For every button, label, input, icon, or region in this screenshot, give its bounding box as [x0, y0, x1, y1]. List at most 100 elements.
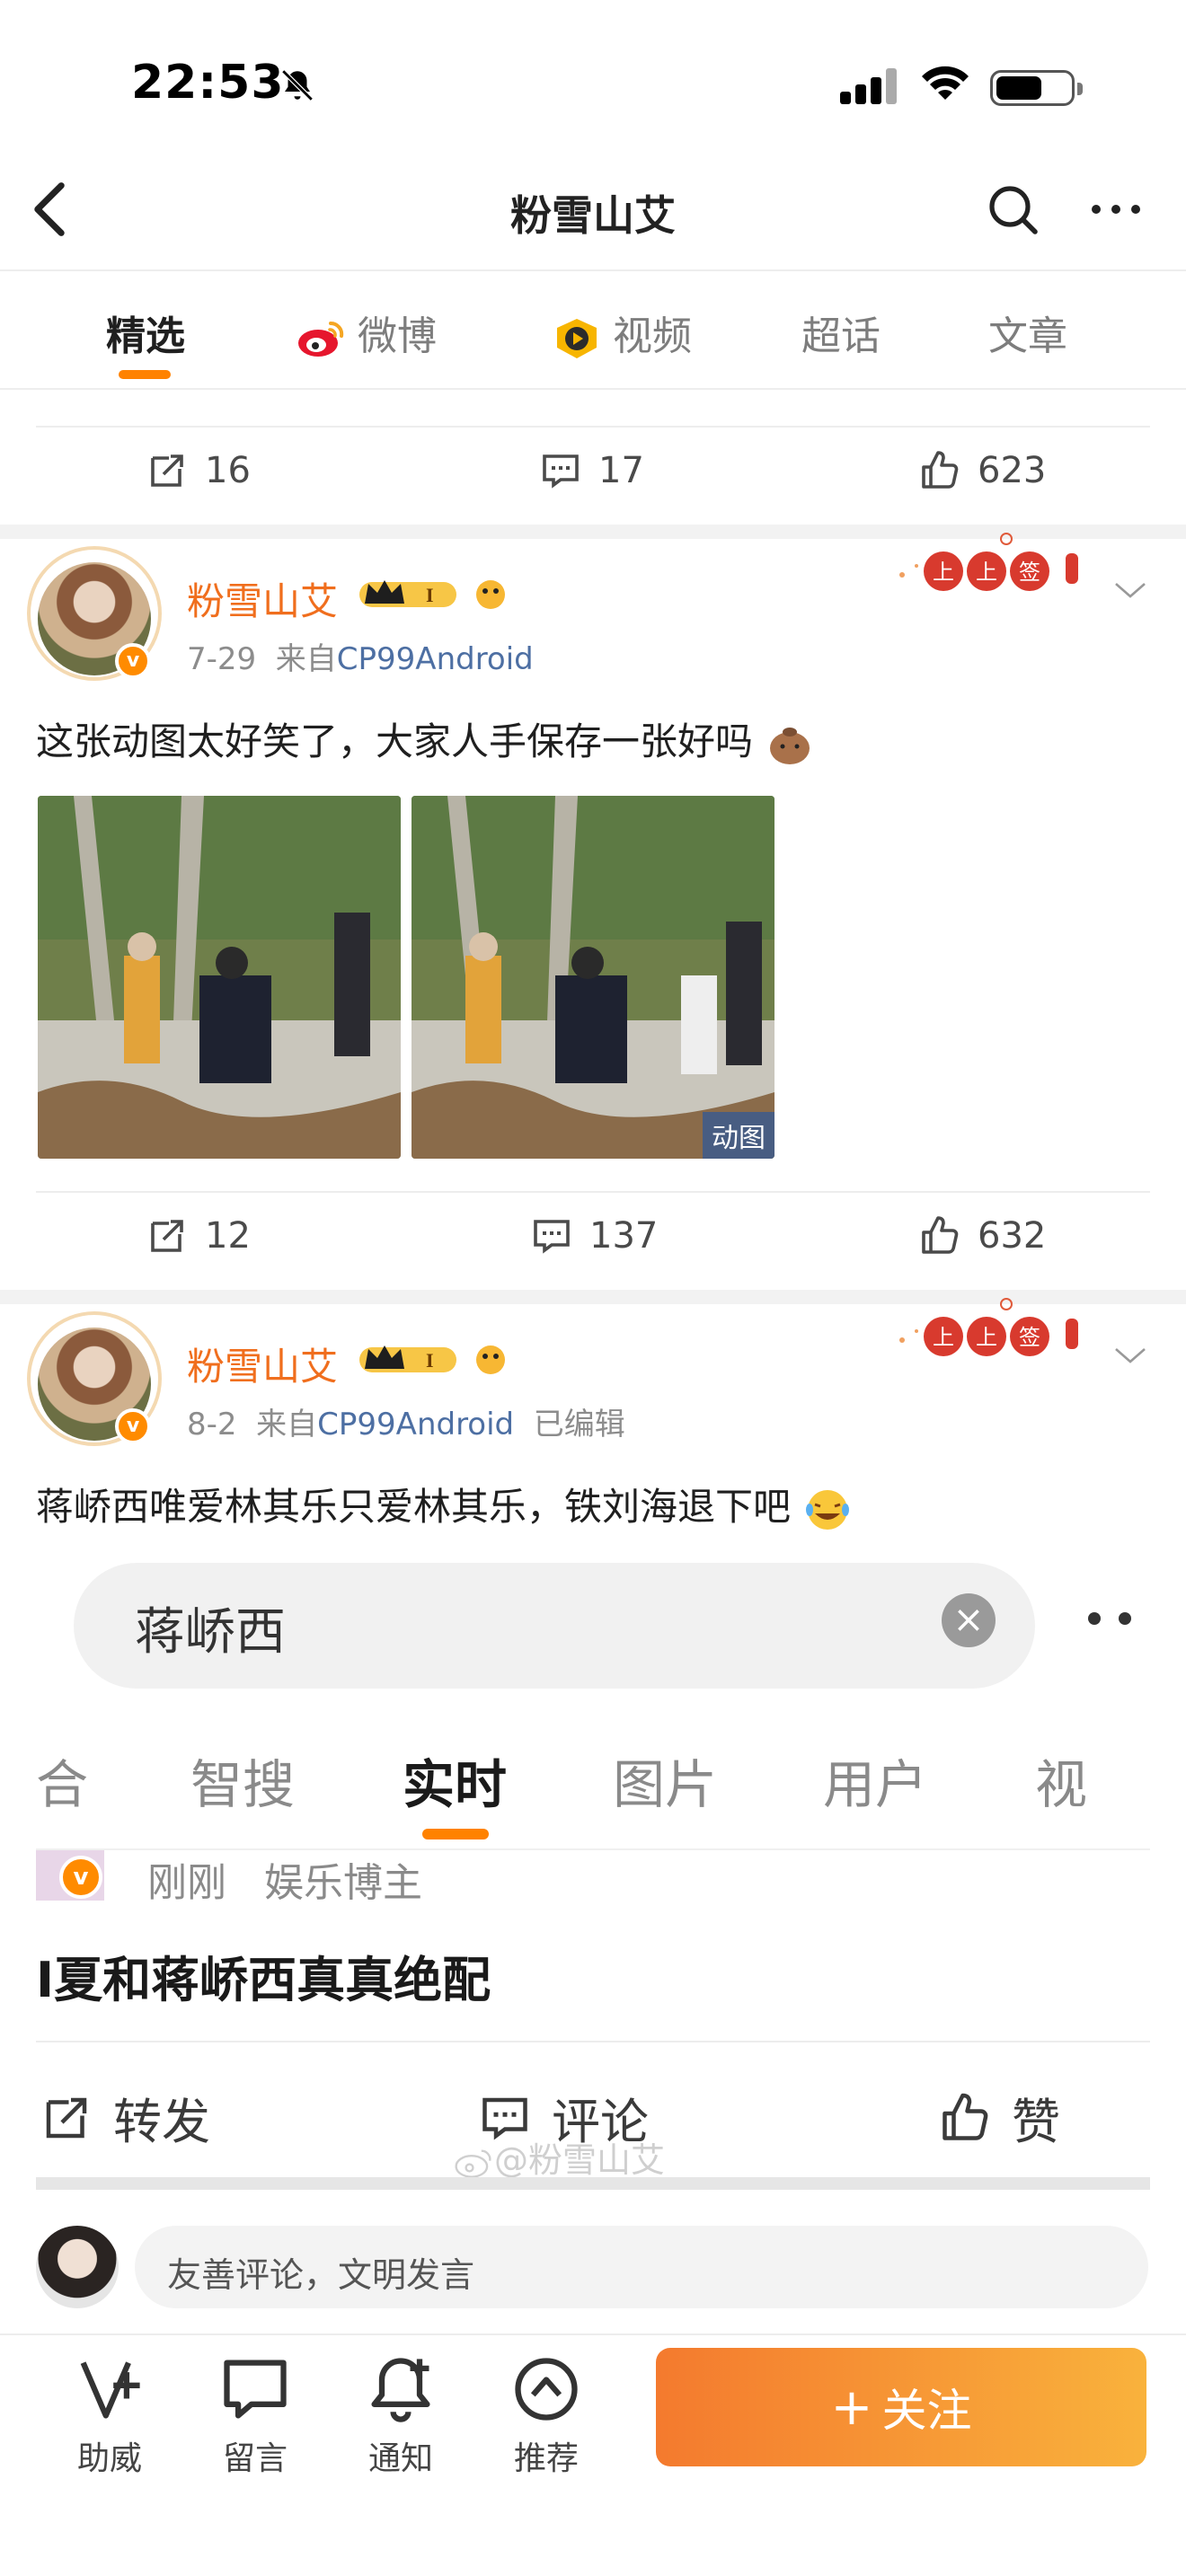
embedded-post-text: I夏和蒋峤西真真绝配 [36, 1952, 491, 2008]
battery-icon [990, 70, 1083, 106]
recommend-icon [515, 2358, 578, 2421]
repost-count: 16 [205, 450, 251, 491]
nav-divider [0, 269, 1186, 271]
tab-video[interactable]: 视频 [552, 304, 692, 361]
cheer-icon [80, 2361, 140, 2419]
like-button[interactable]: 623 [918, 449, 1046, 492]
like-button[interactable]: 632 [918, 1214, 1046, 1257]
repost-count: 12 [205, 1215, 251, 1257]
tab-weibo[interactable]: 微博 [296, 304, 437, 361]
comment-count: 137 [589, 1215, 659, 1257]
laughing-emoji-icon [806, 1489, 850, 1530]
weibo-logo-icon [298, 321, 344, 357]
embedded-tab-active: 实时 [403, 1754, 508, 1815]
post-source[interactable]: CP99Android [337, 641, 534, 677]
tab-label: 视频 [613, 313, 692, 359]
plus-icon: + [830, 2378, 873, 2437]
chevron-down-icon[interactable] [1112, 580, 1148, 602]
embedded-tab: 用户 [823, 1754, 928, 1815]
svg-text:签: 签 [1019, 560, 1040, 585]
post-text: 蒋峤西唯爱林其乐只爱林其乐，铁刘海退下吧 [36, 1477, 853, 1533]
tab-articles[interactable]: 文章 [988, 304, 1067, 361]
search-icon[interactable] [987, 183, 1040, 237]
embedded-tab: 视 [1035, 1754, 1088, 1815]
embedded-time: 刚刚 [147, 1860, 226, 1906]
message-button[interactable]: 留言 [201, 2351, 309, 2479]
festival-decoration-icon: 上 上 签 [899, 1298, 1078, 1356]
vip-badge-icon: I [359, 1345, 505, 1374]
post-text: 这张动图太好笑了，大家人手保存一张好吗 [36, 711, 815, 768]
my-avatar[interactable] [36, 2226, 119, 2308]
festival-decoration-icon: 上 上 签 [899, 533, 1078, 591]
tab-label: 精选 [106, 313, 185, 359]
svg-text:I: I [426, 1349, 434, 1372]
chevron-down-icon[interactable] [1112, 1345, 1148, 1367]
comment-button[interactable]: 17 [539, 449, 644, 492]
tab-featured[interactable]: 精选 [106, 304, 185, 361]
message-icon [224, 2360, 287, 2419]
divider [36, 426, 1150, 428]
svg-text:上: 上 [976, 560, 997, 585]
embedded-verified-badge: v [59, 1856, 102, 1899]
embedded-tab: 智搜 [190, 1754, 296, 1815]
svg-text:I: I [426, 584, 434, 606]
post-image[interactable] [38, 796, 401, 1159]
comment-count: 17 [598, 450, 644, 491]
tab-super-topic[interactable]: 超话 [801, 304, 881, 361]
bottom-bar-divider [0, 2333, 1186, 2335]
embedded-tab: 图片 [613, 1754, 718, 1815]
gif-badge: 动图 [703, 1112, 774, 1159]
svg-text:上: 上 [933, 1325, 954, 1350]
thumbs-up-icon [922, 1216, 959, 1254]
watermark: @粉雪山艾 [455, 2132, 665, 2182]
embedded-like: 赞 [938, 2082, 1060, 2153]
verified-badge: v [115, 643, 151, 679]
embedded-search-text: 蒋峤西 [135, 1603, 286, 1662]
wifi-icon [922, 66, 969, 100]
post-date: 7-29 [187, 641, 257, 677]
verified-badge: v [115, 1408, 151, 1444]
notify-button[interactable]: 通知 [347, 2351, 455, 2479]
bell-plus-icon [371, 2358, 430, 2422]
repost-icon [151, 454, 183, 487]
repost-icon [151, 1220, 183, 1252]
repost-button[interactable]: 16 [146, 449, 251, 492]
more-icon[interactable] [1089, 203, 1143, 216]
cheer-button[interactable]: 助威 [56, 2351, 164, 2479]
like-count: 632 [978, 1215, 1047, 1257]
bell-muted-icon [281, 69, 314, 101]
bottom-bar-label: 通知 [367, 2440, 433, 2477]
clear-icon: × [942, 1593, 996, 1647]
comment-placeholder: 友善评论，文明发言 [167, 2255, 475, 2295]
embedded-more-icon [1088, 1612, 1131, 1625]
cellular-signal-icon [840, 68, 898, 104]
source-prefix: 来自 [275, 641, 337, 677]
post-text-content: 蒋峤西唯爱林其乐只爱林其乐，铁刘海退下吧 [36, 1485, 792, 1529]
username[interactable]: 粉雪山艾 [187, 571, 338, 626]
svg-text:上: 上 [976, 1325, 997, 1350]
gif-thumbnail [412, 796, 774, 1159]
watermark-text: @粉雪山艾 [494, 2140, 666, 2180]
active-tab-indicator [119, 370, 171, 379]
svg-text:上: 上 [933, 560, 954, 585]
follow-label: 关注 [881, 2385, 972, 2437]
bottom-bar-label: 推荐 [513, 2440, 579, 2477]
bottom-bar-label: 助威 [76, 2440, 142, 2477]
edited-label: 已编辑 [533, 1407, 625, 1442]
embedded-tab-indicator [422, 1829, 489, 1839]
embedded-tab: 合 [36, 1754, 89, 1815]
comment-button[interactable]: 137 [530, 1214, 658, 1257]
repost-icon [46, 2097, 87, 2138]
svg-text:签: 签 [1019, 1325, 1040, 1350]
repost-button[interactable]: 12 [146, 1214, 251, 1257]
recommend-button[interactable]: 推荐 [492, 2351, 600, 2479]
post-meta: 7-29 来自CP99Android [187, 634, 534, 678]
username[interactable]: 粉雪山艾 [187, 1337, 338, 1391]
video-logo-icon [557, 319, 597, 358]
post-gif[interactable]: 动图 [412, 796, 774, 1159]
follow-button[interactable]: + 关注 [656, 2348, 1146, 2466]
embedded-meta: 刚刚 娱乐博主 [147, 1850, 422, 1908]
embedded-like-label: 赞 [1012, 2094, 1060, 2150]
post-source[interactable]: CP99Android [317, 1407, 514, 1442]
divider [36, 2041, 1150, 2042]
